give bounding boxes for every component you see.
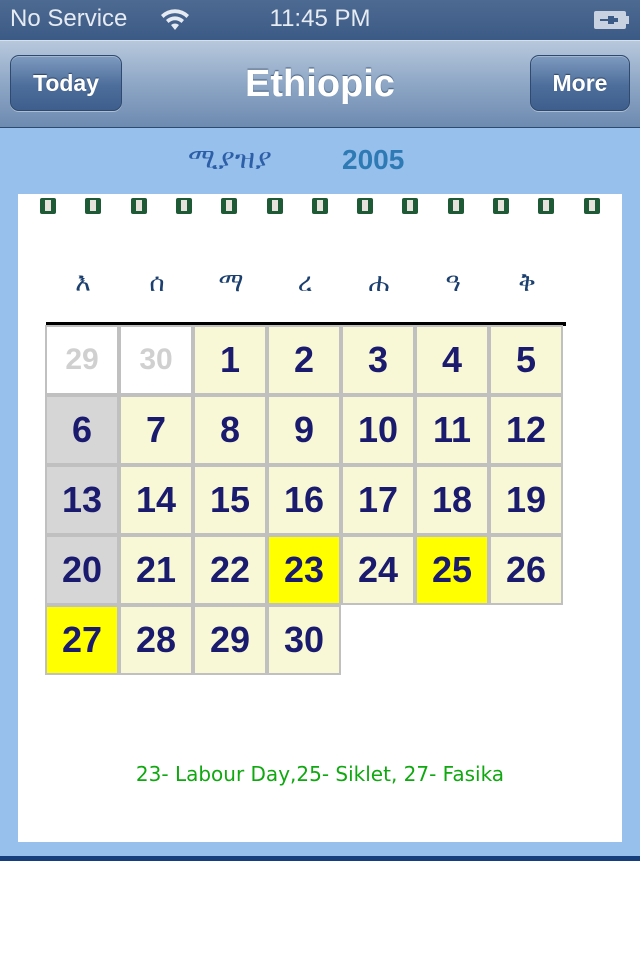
battery-charging-icon [594,11,629,29]
day-cell[interactable]: 29 [193,605,267,675]
day-cell[interactable]: 17 [341,465,415,535]
day-cell[interactable]: 8 [193,395,267,465]
day-cell-other-month[interactable]: 29 [45,325,119,395]
day-cell[interactable]: 14 [119,465,193,535]
binder-ring-icon [311,198,328,214]
day-cell[interactable]: 22 [193,535,267,605]
day-cell[interactable]: 1 [193,325,267,395]
clock: 11:45 PM [269,5,371,32]
weekday-label: ማ [218,268,244,298]
navigation-bar: Today Ethiopic More [0,40,640,128]
day-cell[interactable]: 28 [119,605,193,675]
day-cell[interactable]: 2 [267,325,341,395]
binder-ring-icon [357,198,374,214]
day-cell[interactable]: 20 [45,535,119,605]
binder-ring-icon [402,198,419,214]
day-cell[interactable]: 24 [341,535,415,605]
more-button[interactable]: More [530,55,630,111]
day-cell[interactable]: 18 [415,465,489,535]
day-cell-holiday[interactable]: 27 [45,605,119,675]
divider [0,856,640,861]
binder-ring-icon [40,198,56,214]
day-cell-other-month[interactable]: 30 [119,325,193,395]
day-cell-holiday[interactable]: 25 [415,535,489,605]
binder-ring-icon [175,198,192,214]
binder-ring-icon [538,198,555,214]
day-cell[interactable]: 21 [119,535,193,605]
binder-ring-icon [447,198,464,214]
status-bar: No Service 11:45 PM [0,0,640,40]
binder-ring-icon [583,198,600,214]
day-cell[interactable]: 10 [341,395,415,465]
day-cell[interactable]: 4 [415,325,489,395]
day-cell[interactable]: 26 [489,535,563,605]
day-cell[interactable]: 16 [267,465,341,535]
day-cell[interactable]: 12 [489,395,563,465]
weekday-label: ረ [297,268,313,298]
day-cell[interactable]: 19 [489,465,563,535]
day-cell[interactable]: 15 [193,465,267,535]
day-cell[interactable]: 7 [119,395,193,465]
binder-ring-icon [130,198,147,214]
day-cell[interactable]: 13 [45,465,119,535]
binder-ring-icon [493,198,509,214]
weekday-header: እሰማረሐዓቅ [46,268,566,308]
weekday-label: ሰ [149,268,165,298]
day-cell[interactable]: 9 [267,395,341,465]
day-cell[interactable]: 3 [341,325,415,395]
weekday-label: ሐ [368,268,390,298]
day-cell[interactable]: 30 [267,605,341,675]
weekday-label: ዓ [445,268,461,298]
binder-ring-icon [266,198,283,214]
binder-ring-icon [85,198,102,214]
day-cell[interactable]: 6 [45,395,119,465]
day-cell-holiday[interactable]: 23 [267,535,341,605]
weekday-label: ቅ [518,268,536,298]
month-name: ሚያዝያ [188,142,272,175]
day-cell[interactable]: 5 [489,325,563,395]
holiday-note: 23- Labour Day,25- Siklet, 27- Fasika [135,762,505,786]
day-cell[interactable]: 11 [415,395,489,465]
binder-rings [18,194,622,218]
month-header: ሚያዝያ 2005 [0,142,640,178]
year-label: 2005 [342,144,405,175]
binder-ring-icon [221,198,238,214]
weekday-label: እ [75,268,91,298]
